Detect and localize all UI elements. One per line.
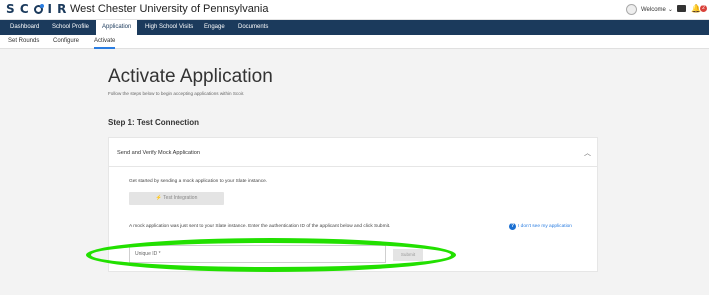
card-title: Send and Verify Mock Application [117, 150, 201, 156]
chevron-up-icon[interactable]: ︿ [584, 148, 591, 158]
submit-button[interactable]: Submit [393, 249, 423, 261]
main-nav: Dashboard School Profile Application Hig… [0, 20, 709, 35]
nav-item-engage[interactable]: Engage [198, 20, 231, 35]
test-integration-button[interactable]: ⚡ Test Integration [129, 192, 224, 205]
scoir-logo[interactable]: S C I R [6, 2, 67, 16]
info-text: A mock application was just sent to your… [129, 224, 391, 229]
help-link-label: I don't see my application [518, 224, 572, 229]
test-integration-label: Test Integration [163, 195, 198, 201]
card-header[interactable]: Send and Verify Mock Application ︿ [109, 138, 597, 167]
help-link[interactable]: ? I don't see my application [509, 223, 572, 230]
page-title: Activate Application [108, 66, 273, 87]
step-title: Step 1: Test Connection [108, 118, 199, 127]
nav-item-school-profile[interactable]: School Profile [46, 20, 95, 35]
messages-icon[interactable] [677, 5, 686, 12]
mock-application-card: Send and Verify Mock Application ︿ Get s… [108, 137, 598, 272]
tab-set-rounds[interactable]: Set Rounds [8, 35, 39, 49]
welcome-menu[interactable]: Welcome ⌄ [641, 6, 673, 13]
logo-o-icon [33, 4, 44, 14]
nav-item-dashboard[interactable]: Dashboard [4, 20, 45, 35]
unique-id-input[interactable] [129, 245, 386, 263]
page-subtitle: Follow the steps below to begin acceptin… [108, 91, 245, 96]
welcome-label: Welcome [641, 7, 666, 13]
tab-activate[interactable]: Activate [94, 35, 116, 49]
notification-badge: 2 [700, 5, 707, 12]
top-bar: S C I R West Chester University of Penns… [0, 0, 709, 20]
chevron-down-icon: ⌄ [667, 7, 673, 13]
help-icon: ? [509, 223, 516, 230]
avatar[interactable] [626, 4, 637, 15]
bolt-icon: ⚡ [155, 195, 162, 201]
sub-nav: Set Rounds Configure Activate [0, 35, 709, 49]
intro-text: Get started by sending a mock applicatio… [129, 179, 268, 184]
nav-item-documents[interactable]: Documents [232, 20, 274, 35]
nav-item-high-school-visits[interactable]: High School Visits [139, 20, 199, 35]
tab-configure[interactable]: Configure [53, 35, 79, 49]
nav-item-application[interactable]: Application [96, 20, 138, 35]
university-name: West Chester University of Pennsylvania [70, 3, 269, 15]
